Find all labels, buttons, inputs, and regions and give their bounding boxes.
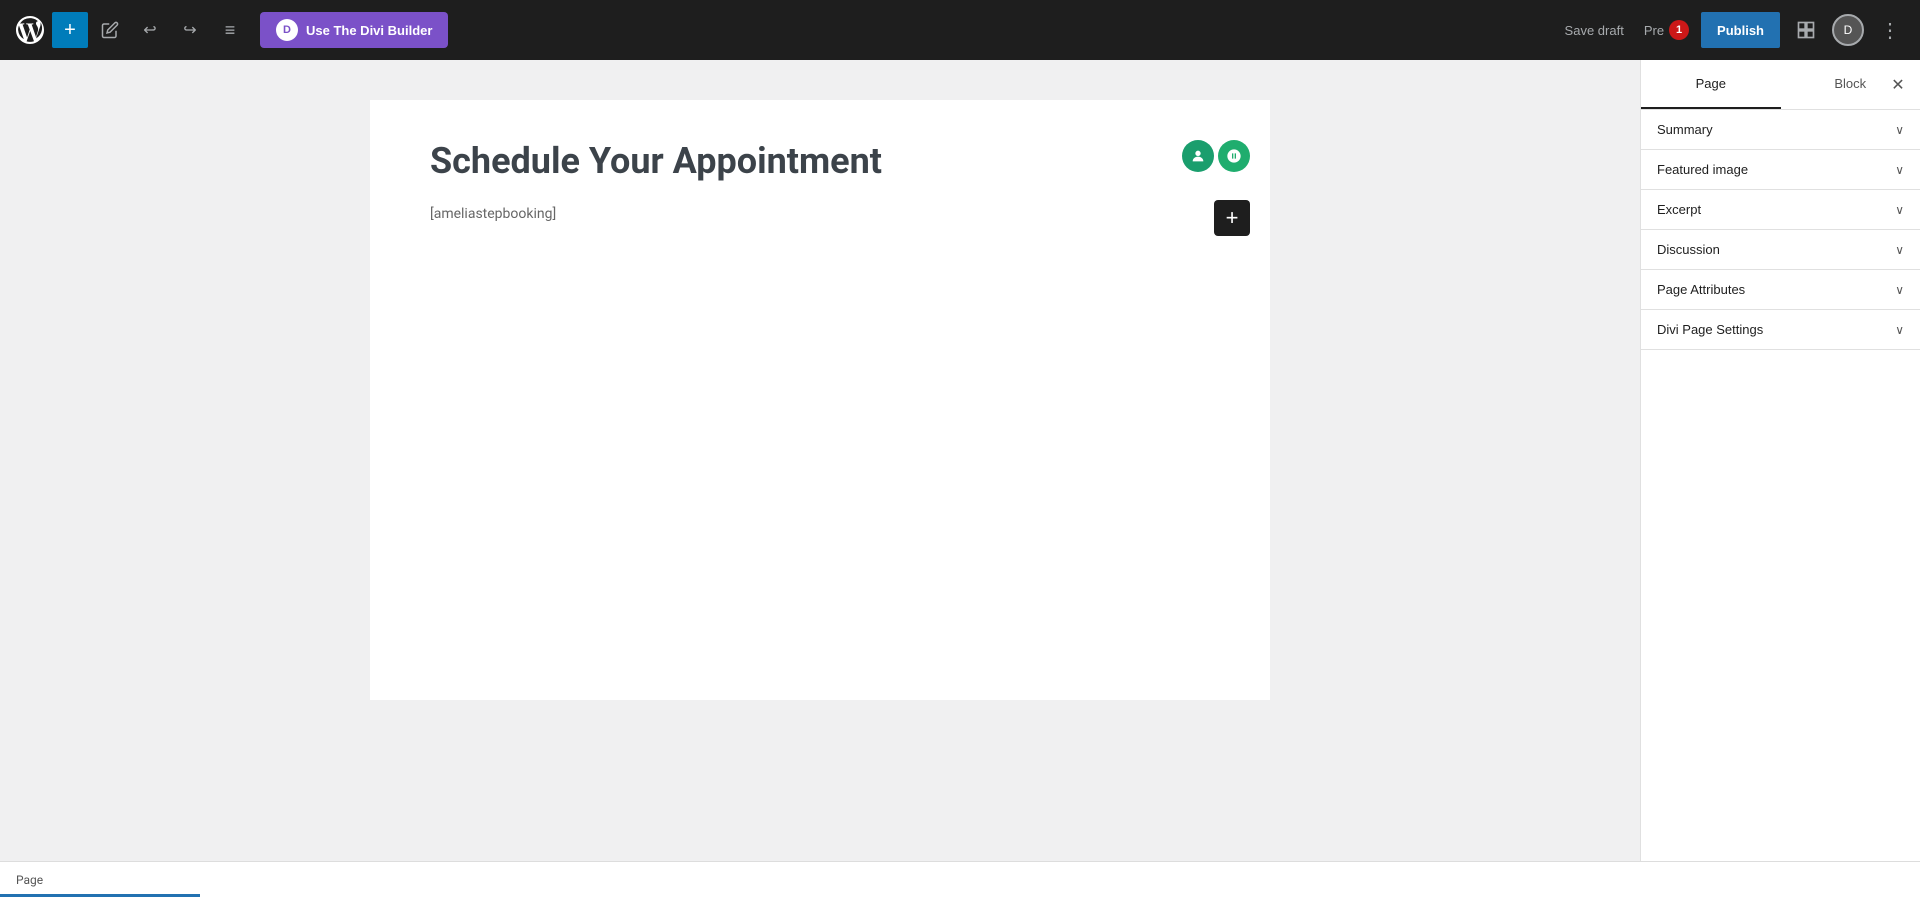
toolbar-right: Save draft Pre 1 Publish D ⋮ [1557, 12, 1908, 48]
tab-page[interactable]: Page [1641, 60, 1781, 109]
panel-divi-page-settings-chevron: ∨ [1895, 323, 1904, 337]
panel-excerpt-header[interactable]: Excerpt ∨ [1641, 190, 1920, 229]
panel-page-attributes-title: Page Attributes [1657, 282, 1745, 297]
panel-excerpt-chevron: ∨ [1895, 203, 1904, 217]
panel-summary-title: Summary [1657, 122, 1713, 137]
divi-avatar-button[interactable]: D [1832, 14, 1864, 46]
plugin-icon-amelia[interactable] [1182, 140, 1214, 172]
amelia-icon [1190, 148, 1206, 164]
preview-label: Pre [1644, 23, 1664, 38]
sidebar-header: Page Block ✕ [1641, 60, 1920, 110]
view-toggle-button[interactable] [1788, 12, 1824, 48]
status-bar-label: Page [16, 873, 43, 887]
wp-logo-icon [16, 16, 44, 44]
add-block-canvas-button[interactable]: + [1214, 200, 1250, 236]
editor-canvas: Schedule Your Appointment [ameliastepboo… [370, 100, 1270, 700]
pencil-icon [101, 21, 119, 39]
panel-divi-page-settings: Divi Page Settings ∨ [1641, 310, 1920, 350]
panel-discussion-title: Discussion [1657, 242, 1720, 257]
panel-page-attributes-chevron: ∨ [1895, 283, 1904, 297]
panel-divi-page-settings-title: Divi Page Settings [1657, 322, 1763, 337]
panel-discussion-header[interactable]: Discussion ∨ [1641, 230, 1920, 269]
preview-button[interactable]: Pre 1 [1640, 20, 1693, 40]
panel-excerpt-title: Excerpt [1657, 202, 1701, 217]
view-toggle-icon [1796, 20, 1816, 40]
sidebar: Page Block ✕ Summary ∨ Featured image ∨ [1640, 60, 1920, 897]
add-block-toolbar-button[interactable]: + [52, 12, 88, 48]
redo-button[interactable]: ↪ [172, 12, 208, 48]
panel-page-attributes-header[interactable]: Page Attributes ∨ [1641, 270, 1920, 309]
publish-button[interactable]: Publish [1701, 12, 1780, 48]
panel-featured-image-chevron: ∨ [1895, 163, 1904, 177]
panel-page-attributes: Page Attributes ∨ [1641, 270, 1920, 310]
plugin-icons [1182, 140, 1250, 172]
sidebar-panels: Summary ∨ Featured image ∨ Excerpt ∨ [1641, 110, 1920, 897]
plugin-icon-grammarly[interactable] [1218, 140, 1250, 172]
notification-badge: 1 [1669, 20, 1689, 40]
main-layout: Schedule Your Appointment [ameliastepboo… [0, 60, 1920, 897]
more-options-button[interactable]: ⋮ [1872, 12, 1908, 48]
undo-button[interactable]: ↩ [132, 12, 168, 48]
panel-summary-chevron: ∨ [1895, 123, 1904, 137]
page-content[interactable]: [ameliastepbooking] [430, 203, 1210, 225]
panel-discussion-chevron: ∨ [1895, 243, 1904, 257]
panel-featured-image-header[interactable]: Featured image ∨ [1641, 150, 1920, 189]
status-bar: Page [0, 861, 1920, 897]
panel-summary-header[interactable]: Summary ∨ [1641, 110, 1920, 149]
sidebar-close-button[interactable]: ✕ [1884, 71, 1912, 99]
panel-divi-page-settings-header[interactable]: Divi Page Settings ∨ [1641, 310, 1920, 349]
divi-builder-button[interactable]: D Use The Divi Builder [260, 12, 448, 48]
tools-button[interactable]: ≡ [212, 12, 248, 48]
divi-logo-icon: D [276, 19, 298, 41]
wp-logo-button[interactable] [12, 12, 48, 48]
panel-excerpt: Excerpt ∨ [1641, 190, 1920, 230]
divi-builder-label: Use The Divi Builder [306, 23, 432, 38]
editor-area: Schedule Your Appointment [ameliastepboo… [0, 60, 1640, 897]
page-title[interactable]: Schedule Your Appointment [430, 140, 1210, 183]
save-draft-button[interactable]: Save draft [1557, 23, 1632, 38]
divi-avatar: D [1832, 14, 1864, 46]
toolbar-left: + ↩ ↪ ≡ D Use The Divi Builder [12, 12, 448, 48]
grammarly-icon [1226, 148, 1242, 164]
panel-featured-image: Featured image ∨ [1641, 150, 1920, 190]
panel-featured-image-title: Featured image [1657, 162, 1748, 177]
toolbar: + ↩ ↪ ≡ D Use The Divi Builder Save draf… [0, 0, 1920, 60]
panel-summary: Summary ∨ [1641, 110, 1920, 150]
edit-button[interactable] [92, 12, 128, 48]
panel-discussion: Discussion ∨ [1641, 230, 1920, 270]
